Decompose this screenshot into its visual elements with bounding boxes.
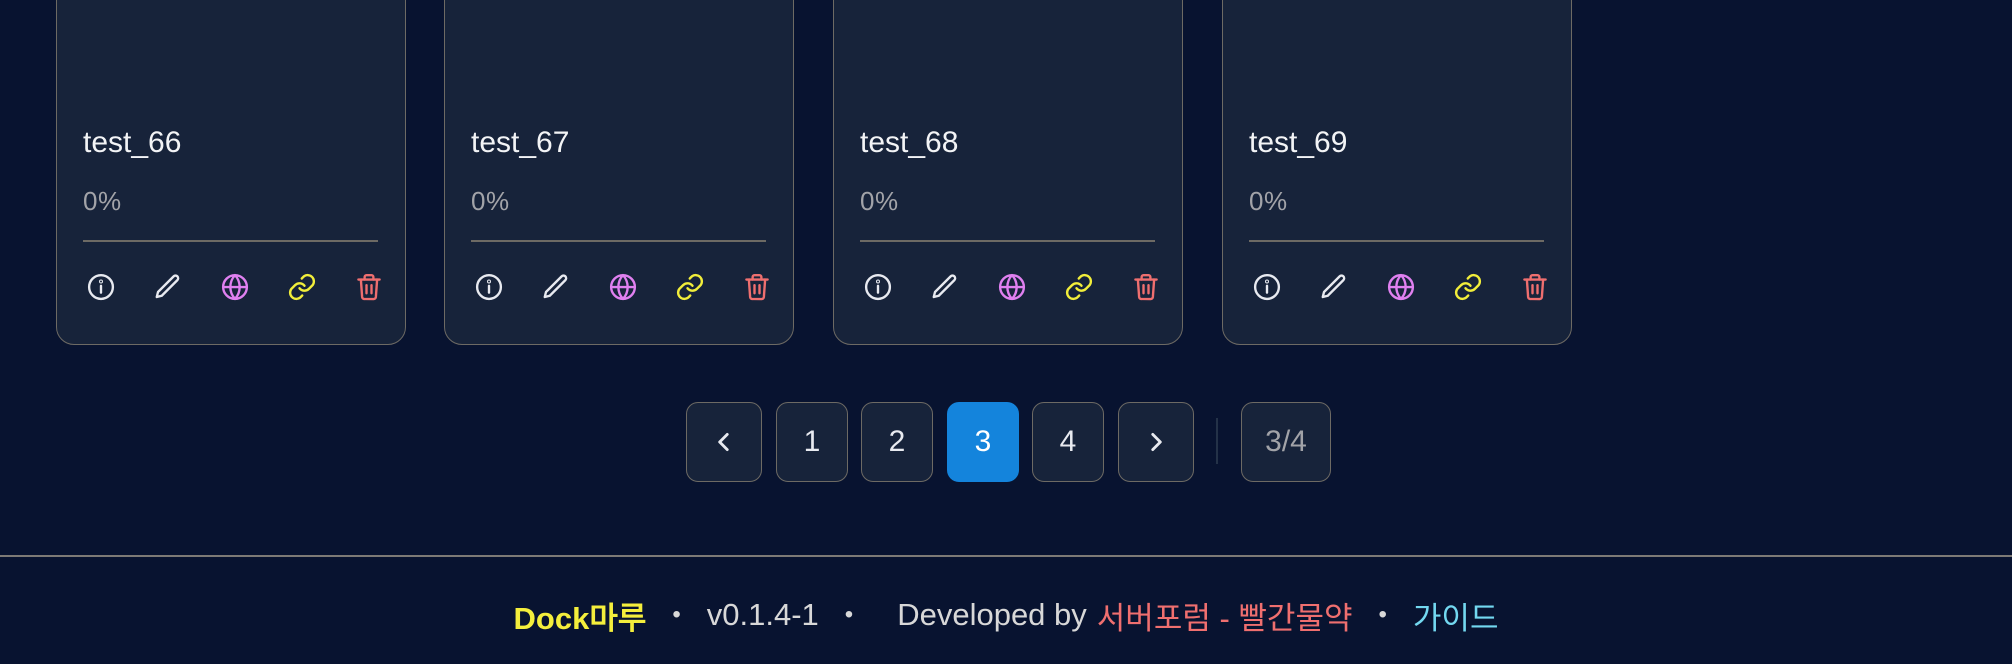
trash-icon (745, 273, 769, 301)
globe-icon (998, 273, 1026, 301)
footer: Dock마루 • v0.1.4-1 • Developed by 서버포럼 - … (0, 590, 2012, 640)
pencil-icon (543, 274, 568, 299)
container-card: test_68 0% (833, 0, 1183, 345)
link-icon (288, 273, 316, 301)
container-card: test_66 0% (56, 0, 406, 345)
info-button[interactable] (1247, 267, 1287, 307)
container-progress: 0% (471, 186, 510, 216)
chevron-right-icon (1151, 433, 1162, 451)
container-name: test_67 (471, 126, 570, 159)
card-divider (83, 240, 378, 242)
footer-developed-by: Developed by (897, 597, 1087, 632)
edit-button[interactable] (536, 267, 576, 307)
link-button[interactable] (282, 267, 322, 307)
page-button-1[interactable]: 1 (776, 402, 848, 482)
chevron-left-icon (718, 433, 729, 451)
info-icon (864, 273, 892, 301)
card-divider (1249, 240, 1544, 242)
page-button-4[interactable]: 4 (1032, 402, 1104, 482)
pencil-icon (155, 274, 180, 299)
page-button-2[interactable]: 2 (861, 402, 933, 482)
globe-icon (221, 273, 249, 301)
card-divider (860, 240, 1155, 242)
card-actions (858, 267, 1178, 307)
web-button[interactable] (1381, 267, 1421, 307)
pencil-icon (932, 274, 957, 299)
trash-icon (357, 273, 381, 301)
footer-divider (0, 555, 2012, 557)
link-button[interactable] (1059, 267, 1099, 307)
web-button[interactable] (992, 267, 1032, 307)
page-button-3[interactable]: 3 (947, 402, 1019, 482)
delete-button[interactable] (1126, 267, 1166, 307)
link-button[interactable] (670, 267, 710, 307)
trash-icon (1134, 273, 1158, 301)
container-progress: 0% (83, 186, 122, 216)
container-name: test_69 (1249, 126, 1348, 159)
footer-developer-link[interactable]: 서버포럼 - 빨간물약 (1097, 593, 1353, 638)
prev-page-button[interactable] (686, 402, 762, 482)
pencil-icon (1321, 274, 1346, 299)
info-icon (475, 273, 503, 301)
link-icon (1454, 273, 1482, 301)
edit-button[interactable] (1314, 267, 1354, 307)
info-icon (1253, 273, 1281, 301)
footer-separator: • (672, 601, 681, 628)
link-button[interactable] (1448, 267, 1488, 307)
footer-version: v0.1.4-1 (706, 597, 819, 632)
container-name: test_68 (860, 126, 959, 159)
edit-button[interactable] (148, 267, 188, 307)
footer-guide-link[interactable]: 가이드 (1413, 593, 1499, 638)
container-card: test_69 0% (1222, 0, 1572, 345)
card-divider (471, 240, 766, 242)
web-button[interactable] (603, 267, 643, 307)
globe-icon (1387, 273, 1415, 301)
container-card: test_67 0% (444, 0, 794, 345)
next-page-button[interactable] (1118, 402, 1194, 482)
card-actions (81, 267, 401, 307)
page-indicator: 3/4 (1241, 402, 1331, 482)
container-name: test_66 (83, 126, 182, 159)
card-actions (469, 267, 789, 307)
link-icon (1065, 273, 1093, 301)
delete-button[interactable] (349, 267, 389, 307)
link-icon (676, 273, 704, 301)
globe-icon (609, 273, 637, 301)
info-button[interactable] (469, 267, 509, 307)
info-button[interactable] (81, 267, 121, 307)
info-icon (87, 273, 115, 301)
delete-button[interactable] (1515, 267, 1555, 307)
footer-separator: • (1378, 601, 1387, 628)
web-button[interactable] (215, 267, 255, 307)
edit-button[interactable] (925, 267, 965, 307)
card-actions (1247, 267, 1567, 307)
trash-icon (1523, 273, 1547, 301)
info-button[interactable] (858, 267, 898, 307)
container-progress: 0% (1249, 186, 1288, 216)
pagination-divider (1216, 418, 1218, 464)
container-progress: 0% (860, 186, 899, 216)
footer-separator: • (844, 601, 854, 628)
footer-brand: Dock마루 (513, 600, 647, 636)
delete-button[interactable] (737, 267, 777, 307)
